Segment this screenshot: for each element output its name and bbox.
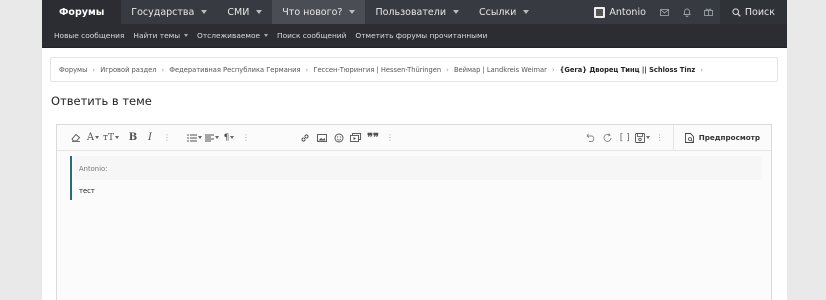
chevron-right-icon: › — [161, 65, 165, 74]
smiley-icon[interactable] — [332, 130, 346, 146]
subnav-mark-read[interactable]: Отметить форумы прочитанными — [355, 31, 487, 40]
page-title: Ответить в теме — [51, 94, 152, 108]
more-options-icon[interactable]: ⋮ — [383, 130, 397, 146]
drafts-icon[interactable] — [634, 130, 650, 146]
breadcrumb-item[interactable]: Игровой раздел — [100, 66, 156, 74]
bold-icon[interactable]: B — [126, 130, 140, 146]
preview-label: Предпросмотр — [698, 133, 760, 142]
subnav-label: Новые сообщения — [54, 31, 125, 40]
font-family-icon[interactable]: A — [86, 130, 100, 146]
document-icon — [684, 132, 694, 143]
italic-icon[interactable]: I — [143, 130, 157, 146]
nav-tab-label: Ссылки — [479, 6, 517, 18]
nav-tab-users[interactable]: Пользователи — [365, 0, 469, 24]
list-icon[interactable] — [187, 130, 202, 146]
preview-button[interactable]: Предпросмотр — [672, 124, 771, 151]
chevron-right-icon: › — [551, 65, 555, 74]
nav-tab-states[interactable]: Государства — [121, 0, 217, 24]
breadcrumb-item[interactable]: Форумы — [59, 66, 87, 74]
quote-block[interactable]: Antonio: тест — [70, 156, 762, 200]
breadcrumb: Форумы › Игровой раздел › Федеративная Рес… — [50, 57, 778, 82]
quote-header-box — [74, 156, 762, 180]
quote-text: тест — [79, 187, 95, 195]
subnav-label: Отметить форумы прочитанными — [355, 31, 488, 40]
top-navigation: Форумы Государства СМИ Что нового? Польз… — [42, 0, 787, 24]
chevron-down-icon[interactable] — [523, 10, 530, 14]
user-menu[interactable]: Antonio — [586, 0, 654, 24]
chevron-down-icon[interactable] — [184, 34, 189, 37]
more-options-icon[interactable]: ⋮ — [653, 130, 667, 146]
chevron-right-icon: › — [305, 65, 309, 74]
chevron-right-icon: › — [700, 65, 704, 74]
subnav-find-threads[interactable]: Найти темы — [133, 31, 189, 40]
align-icon[interactable] — [204, 130, 219, 146]
subnav-watched[interactable]: Отслеживаемое — [197, 31, 269, 40]
envelope-icon[interactable] — [654, 0, 676, 24]
editor-content[interactable]: Antonio: тест — [57, 152, 771, 300]
search-label: Поиск — [744, 6, 775, 18]
breadcrumb-current[interactable]: {Gera} Дворец Тинц || Schloss Tinz — [560, 66, 696, 74]
quote-author: Antonio: — [79, 165, 108, 173]
user-area: Antonio Поиск — [586, 0, 787, 24]
bell-icon[interactable] — [676, 0, 698, 24]
nav-tab-label: Форумы — [59, 6, 105, 18]
bbcode-toggle-icon[interactable]: [ ] — [618, 130, 632, 146]
nav-tab-label: СМИ — [227, 6, 250, 18]
nav-tab-label: Что нового? — [282, 6, 343, 18]
subnav-new-posts[interactable]: Новые сообщения — [54, 31, 124, 40]
nav-tab-label: Пользователи — [375, 6, 447, 18]
username: Antonio — [609, 6, 646, 18]
nav-tab-whats-new[interactable]: Что нового? — [272, 0, 366, 24]
gift-icon[interactable] — [698, 0, 720, 24]
media-icon[interactable] — [349, 130, 363, 146]
eraser-icon[interactable] — [69, 130, 83, 146]
chevron-down-icon[interactable] — [349, 10, 356, 14]
search-icon — [732, 7, 741, 17]
chevron-down-icon[interactable] — [264, 34, 269, 37]
quote-icon[interactable]: ❞❞ — [366, 130, 380, 146]
toolbar-right: [ ] ⋮ Предпросмотр — [584, 124, 771, 151]
search-button[interactable]: Поиск — [719, 0, 787, 24]
subnav-label: Отслеживаемое — [197, 31, 261, 40]
nav-tab-links[interactable]: Ссылки — [469, 0, 539, 24]
link-icon[interactable] — [298, 130, 312, 146]
editor-toolbar: A тT B I ⋮ ¶ ⋮ ❞❞ ⋮ [] ⋮ Предпросмотр — [57, 124, 771, 151]
page: Форумы Государства СМИ Что нового? Польз… — [42, 0, 787, 300]
chevron-down-icon[interactable] — [201, 10, 208, 14]
undo-icon[interactable] — [584, 130, 598, 146]
nav-tab-label: Государства — [131, 6, 195, 18]
subnav-label: Поиск сообщений — [277, 31, 347, 40]
subnav-label: Найти темы — [133, 31, 181, 40]
redo-icon[interactable] — [601, 130, 615, 146]
chevron-right-icon: › — [446, 65, 449, 74]
chevron-right-icon: › — [92, 65, 96, 74]
breadcrumb-item[interactable]: Федеративная Республика Германия — [169, 66, 300, 74]
chevron-down-icon[interactable] — [256, 10, 263, 14]
font-size-icon[interactable]: тT — [103, 130, 119, 146]
more-options-icon[interactable]: ⋮ — [239, 130, 253, 146]
chevron-down-icon[interactable] — [453, 10, 460, 14]
reply-editor: A тT B I ⋮ ¶ ⋮ ❞❞ ⋮ [] ⋮ Предпросмотр A… — [56, 124, 772, 300]
breadcrumb-item[interactable]: Гессен-Тюрингия | Hessen-Thüringen — [313, 66, 441, 74]
image-icon[interactable] — [315, 130, 329, 146]
breadcrumb-item[interactable]: Веймар | Landkreis Weimar — [454, 66, 547, 74]
sub-navigation: Новые сообщения Найти темы Отслеживаемое… — [42, 24, 787, 48]
avatar-icon — [594, 6, 606, 18]
nav-tab-forums[interactable]: Форумы — [42, 0, 122, 24]
more-options-icon[interactable]: ⋮ — [160, 130, 174, 146]
nav-tab-media[interactable]: СМИ — [217, 0, 272, 24]
paragraph-icon[interactable]: ¶ — [222, 130, 236, 146]
subnav-search-posts[interactable]: Поиск сообщений — [277, 31, 346, 40]
